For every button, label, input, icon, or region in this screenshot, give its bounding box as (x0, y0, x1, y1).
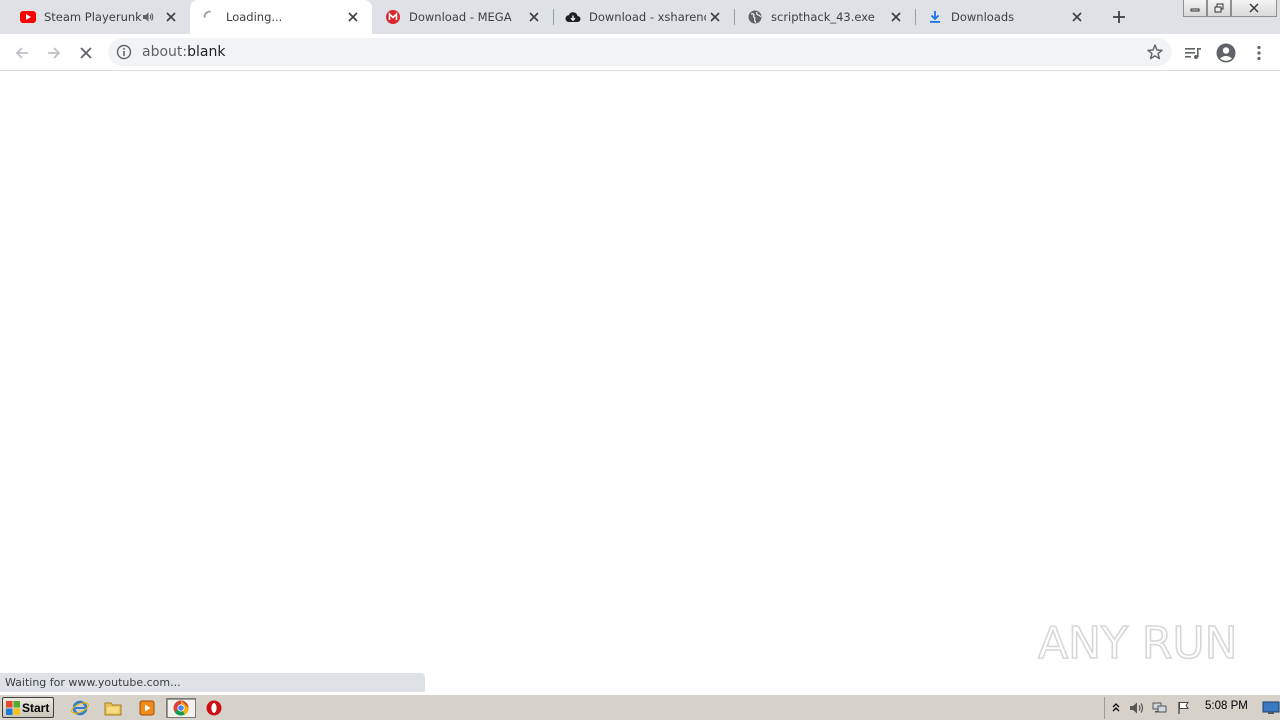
download-icon (927, 9, 943, 25)
window-controls (1183, 0, 1277, 17)
arrow-left-icon (15, 47, 28, 59)
tab-downloads[interactable]: Downloads (916, 0, 1096, 34)
chrome-icon (173, 700, 189, 716)
chrome-taskbar-button[interactable] (166, 698, 196, 718)
star-icon[interactable] (1146, 43, 1164, 61)
loading-spinner-icon (202, 9, 218, 25)
minimize-icon (1190, 8, 1200, 12)
tab-close-icon[interactable] (887, 8, 905, 26)
tab-title: Download - MEGA (409, 10, 512, 24)
tab-title: Loading... (226, 10, 283, 24)
close-icon (1249, 3, 1259, 13)
tab-title: Download - xsharenode (589, 10, 706, 24)
info-icon[interactable] (116, 44, 132, 60)
restore-button[interactable] (1207, 0, 1231, 17)
file-explorer-icon[interactable] (102, 698, 124, 718)
show-hidden-icons-button[interactable] (1107, 699, 1125, 717)
url-text: about:blank (142, 44, 225, 60)
plus-icon (1113, 11, 1125, 23)
speaker-icon[interactable] (142, 10, 156, 24)
tab-close-icon[interactable] (1068, 8, 1086, 26)
back-button[interactable] (8, 39, 36, 67)
more-vert-icon (1257, 45, 1261, 61)
close-window-button[interactable] (1231, 0, 1277, 17)
windows-logo-icon (6, 700, 20, 715)
action-center-flag-icon[interactable] (1175, 699, 1193, 717)
new-tab-button[interactable] (1107, 5, 1131, 29)
close-icon (80, 47, 92, 59)
volume-icon[interactable] (1128, 699, 1146, 717)
system-tray: 5:08 PM (1104, 697, 1280, 719)
tab-title: Downloads (951, 10, 1015, 24)
tab-youtube[interactable]: Steam Playerunknown's Battlegrounds (0, 0, 190, 34)
tab-xsharenode[interactable]: Download - xsharenode (554, 0, 734, 34)
url-scheme: about: (142, 44, 188, 60)
profile-button[interactable] (1212, 39, 1240, 67)
tab-loading[interactable]: Loading... (190, 0, 372, 34)
chevron-up-icon (1112, 703, 1120, 712)
internet-explorer-icon[interactable] (69, 698, 91, 718)
watermark-text: ANY RUN (1038, 618, 1236, 669)
url-path: blank (187, 44, 226, 60)
network-icon[interactable] (1151, 699, 1169, 717)
tab-strip: Steam Playerunknown's Battlegrounds Load… (0, 0, 1280, 34)
media-control-button[interactable] (1179, 39, 1207, 67)
restore-icon (1214, 3, 1224, 13)
tab-title: Steam Playerunknown's Battlegrounds (44, 10, 142, 24)
forward-button[interactable] (40, 39, 68, 67)
browser-toolbar: about:blank (0, 34, 1280, 71)
minimize-button[interactable] (1183, 0, 1207, 17)
address-bar[interactable]: about:blank (108, 38, 1172, 66)
tab-scripthack[interactable]: scripthack_43.exe (735, 0, 915, 34)
tab-close-icon[interactable] (162, 8, 180, 26)
account-circle-icon (1216, 43, 1236, 63)
show-desktop-button[interactable] (1261, 699, 1280, 717)
windows-taskbar: Start 5:08 PM (0, 694, 1280, 720)
youtube-icon (20, 9, 36, 25)
status-bubble: Waiting for www.youtube.com... (0, 673, 425, 692)
tab-title: scripthack_43.exe (771, 10, 875, 24)
tab-close-icon[interactable] (706, 8, 724, 26)
arrow-right-icon (48, 47, 61, 59)
cloud-download-icon (565, 9, 581, 25)
tab-close-icon[interactable] (525, 8, 543, 26)
tab-close-icon[interactable] (344, 8, 362, 26)
anyrun-watermark: ANY RUN (1037, 617, 1236, 670)
desktop-icon (1262, 701, 1280, 714)
start-button[interactable]: Start (2, 697, 54, 718)
menu-button[interactable] (1245, 39, 1273, 67)
stop-loading-button[interactable] (72, 39, 100, 67)
start-label: Start (22, 700, 50, 715)
tab-mega[interactable]: Download - MEGA (372, 0, 553, 34)
mega-icon (385, 9, 401, 25)
opera-icon[interactable] (203, 698, 225, 718)
taskbar-clock[interactable]: 5:08 PM (1205, 700, 1248, 712)
media-player-icon[interactable] (136, 698, 158, 718)
page-content (0, 72, 1280, 693)
globe-icon (747, 9, 763, 25)
queue-music-icon (1185, 48, 1201, 59)
